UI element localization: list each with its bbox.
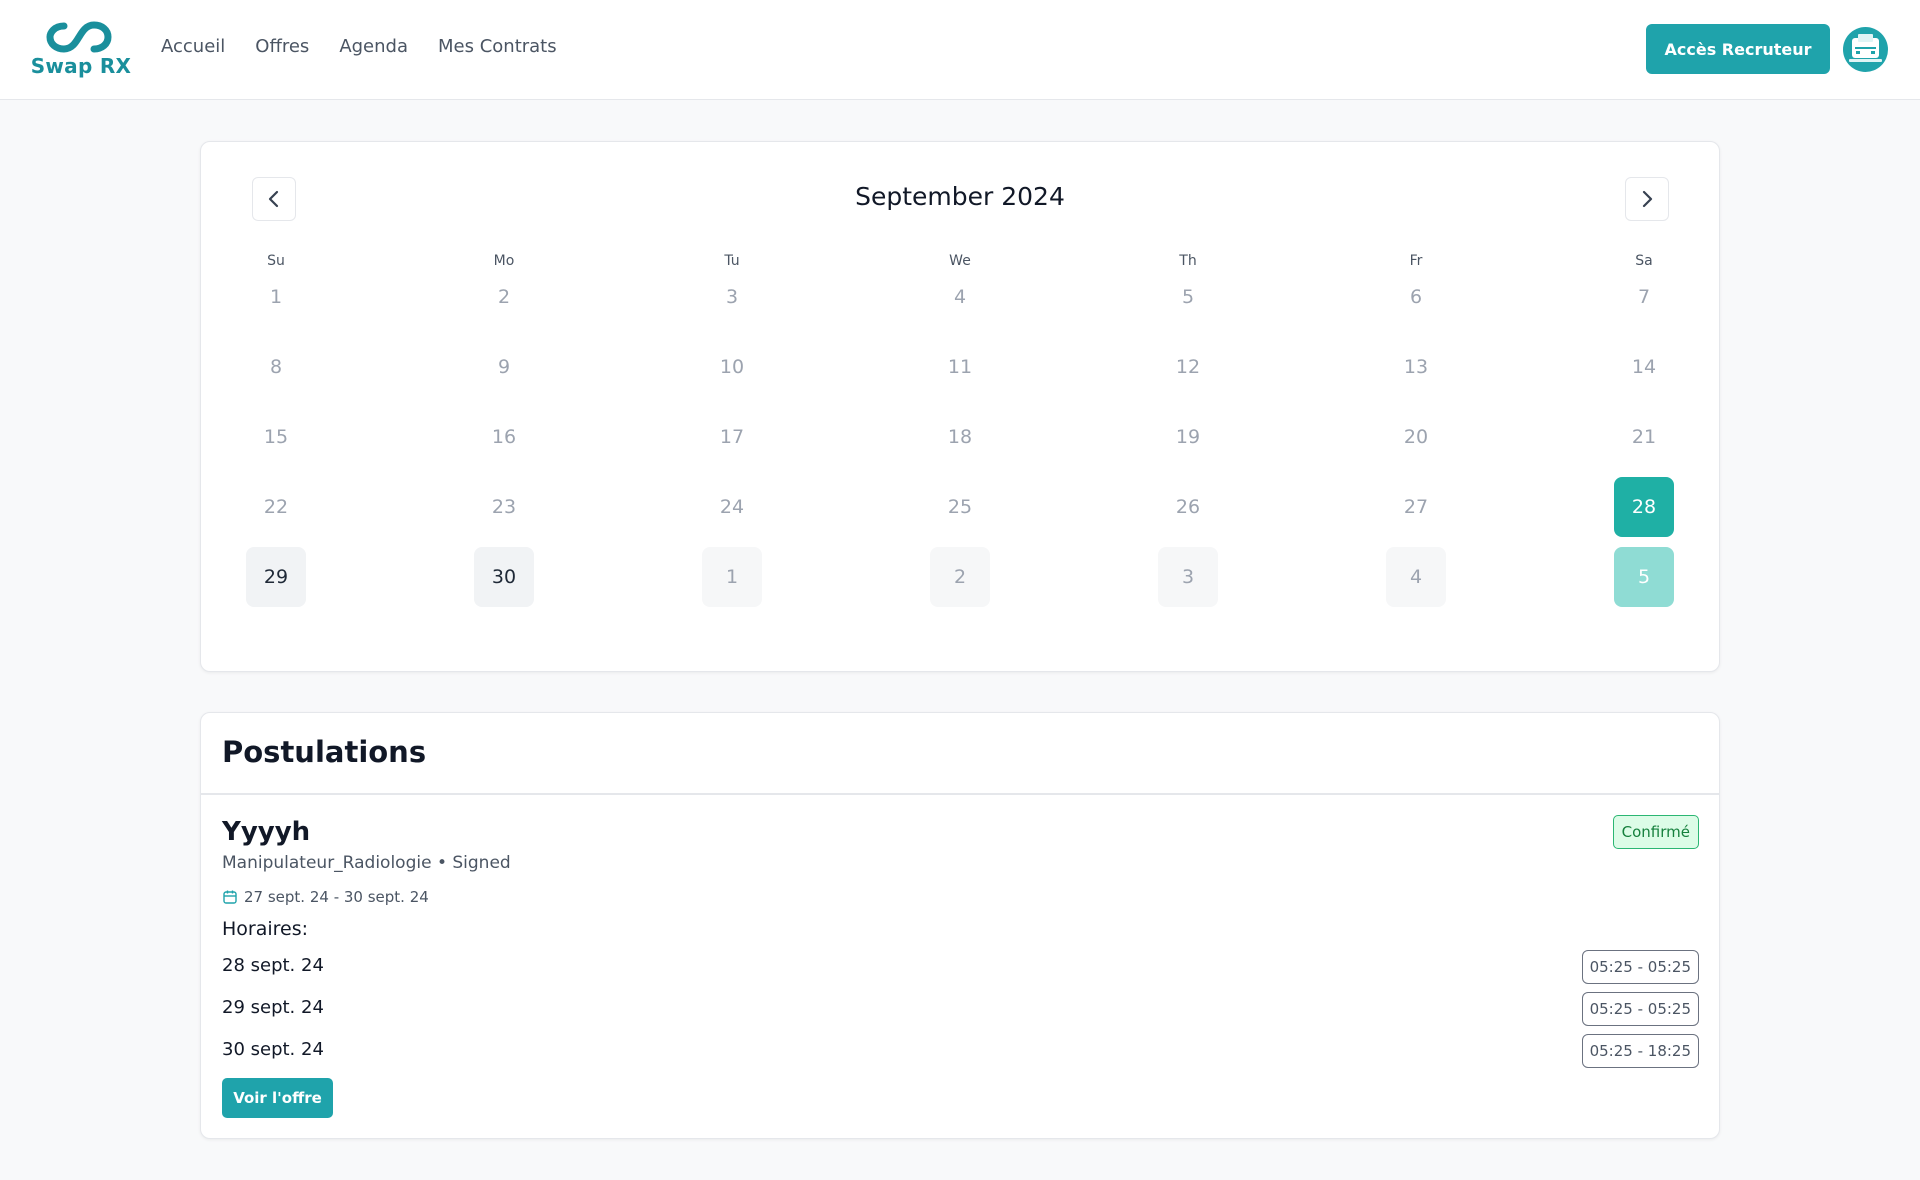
calendar-day[interactable]: 16 bbox=[474, 407, 534, 467]
calendar-day[interactable]: 29 bbox=[246, 547, 306, 607]
calendar-card: September 2024 Su Mo Tu We Th Fr Sa 1234567891… bbox=[200, 141, 1720, 672]
nav-accueil[interactable]: Accueil bbox=[161, 36, 225, 57]
calendar-day[interactable]: 3 bbox=[702, 267, 762, 327]
postulations-card: Postulations Yyyyh Confirmé Manipulateur… bbox=[200, 712, 1720, 1139]
calendar-day[interactable]: 9 bbox=[474, 337, 534, 397]
postulations-header: Postulations bbox=[201, 713, 1719, 795]
calendar-day[interactable]: 23 bbox=[474, 477, 534, 537]
calendar-day[interactable]: 26 bbox=[1158, 477, 1218, 537]
hours-label: Horaires: bbox=[222, 918, 309, 940]
calendar-day[interactable]: 2 bbox=[930, 547, 990, 607]
calendar-day[interactable]: 7 bbox=[1614, 267, 1674, 327]
hour-row: 28 sept. 24 05:25 - 05:25 bbox=[222, 950, 1699, 984]
calendar-day[interactable]: 1 bbox=[246, 267, 306, 327]
brand-name: Swap RX bbox=[30, 54, 132, 78]
top-header: Swap RX Accueil Offres Agenda Mes Contra… bbox=[0, 0, 1920, 100]
calendar-day[interactable]: 3 bbox=[1158, 547, 1218, 607]
calendar-icon bbox=[223, 890, 237, 904]
calendar-day[interactable]: 10 bbox=[702, 337, 762, 397]
hour-row: 29 sept. 24 05:25 - 05:25 bbox=[222, 992, 1699, 1026]
calendar-day[interactable]: 15 bbox=[246, 407, 306, 467]
hour-row: 30 sept. 24 05:25 - 18:25 bbox=[222, 1034, 1699, 1068]
calendar-day[interactable]: 30 bbox=[474, 547, 534, 607]
hour-range-badge: 05:25 - 05:25 bbox=[1581, 950, 1699, 984]
calendar-day[interactable]: 13 bbox=[1386, 337, 1446, 397]
calendar-day[interactable]: 27 bbox=[1386, 477, 1446, 537]
recruiter-access-button[interactable]: Accès Recruteur bbox=[1646, 24, 1830, 74]
hour-date: 29 sept. 24 bbox=[222, 997, 324, 1018]
postulations-title: Postulations bbox=[222, 735, 427, 769]
calendar-day[interactable]: 19 bbox=[1158, 407, 1218, 467]
calendar-day[interactable]: 20 bbox=[1386, 407, 1446, 467]
calendar-day[interactable]: 22 bbox=[246, 477, 306, 537]
calendar-day[interactable]: 17 bbox=[702, 407, 762, 467]
status-badge: Confirmé bbox=[1612, 815, 1699, 849]
nav-offres[interactable]: Offres bbox=[255, 36, 309, 57]
calendar-month-title: September 2024 bbox=[855, 182, 1065, 211]
calendar-day[interactable]: 14 bbox=[1614, 337, 1674, 397]
calendar-day[interactable]: 18 bbox=[930, 407, 990, 467]
job-date-range-text: 27 sept. 24 - 30 sept. 24 bbox=[244, 888, 429, 906]
job-title: Yyyyh bbox=[222, 817, 311, 847]
calendar-day[interactable]: 25 bbox=[930, 477, 990, 537]
view-offer-button[interactable]: Voir l'offre bbox=[222, 1078, 333, 1118]
calendar-day[interactable]: 5 bbox=[1614, 547, 1674, 607]
nav-agenda[interactable]: Agenda bbox=[339, 36, 408, 57]
calendar-day[interactable]: 1 bbox=[702, 547, 762, 607]
calendar-day[interactable]: 4 bbox=[930, 267, 990, 327]
nav-mes-contrats[interactable]: Mes Contrats bbox=[438, 36, 557, 57]
calendar-day[interactable]: 28 bbox=[1614, 477, 1674, 537]
calendar-day[interactable]: 8 bbox=[246, 337, 306, 397]
calendar-day[interactable]: 12 bbox=[1158, 337, 1218, 397]
hour-range-badge: 05:25 - 05:25 bbox=[1581, 992, 1699, 1026]
next-month-button[interactable] bbox=[1625, 177, 1669, 221]
main-nav: Accueil Offres Agenda Mes Contrats bbox=[161, 36, 557, 57]
calendar-day[interactable]: 5 bbox=[1158, 267, 1218, 327]
avatar[interactable] bbox=[1843, 27, 1888, 72]
hour-range-badge: 05:25 - 18:25 bbox=[1581, 1034, 1699, 1068]
clinic-building-icon bbox=[1849, 34, 1882, 62]
calendar-day[interactable]: 4 bbox=[1386, 547, 1446, 607]
hour-date: 28 sept. 24 bbox=[222, 955, 324, 976]
hour-date: 30 sept. 24 bbox=[222, 1039, 324, 1060]
calendar-day[interactable]: 21 bbox=[1614, 407, 1674, 467]
swap-rx-logo[interactable]: Swap RX bbox=[30, 20, 132, 80]
job-date-range: 27 sept. 24 - 30 sept. 24 bbox=[222, 888, 429, 906]
infinity-logo-icon bbox=[46, 21, 112, 53]
chevron-right-icon bbox=[1642, 190, 1653, 208]
job-subtitle: Manipulateur_Radiologie • Signed bbox=[222, 853, 511, 873]
calendar-day[interactable]: 11 bbox=[930, 337, 990, 397]
calendar-day[interactable]: 2 bbox=[474, 267, 534, 327]
calendar-day[interactable]: 6 bbox=[1386, 267, 1446, 327]
calendar-day[interactable]: 24 bbox=[702, 477, 762, 537]
